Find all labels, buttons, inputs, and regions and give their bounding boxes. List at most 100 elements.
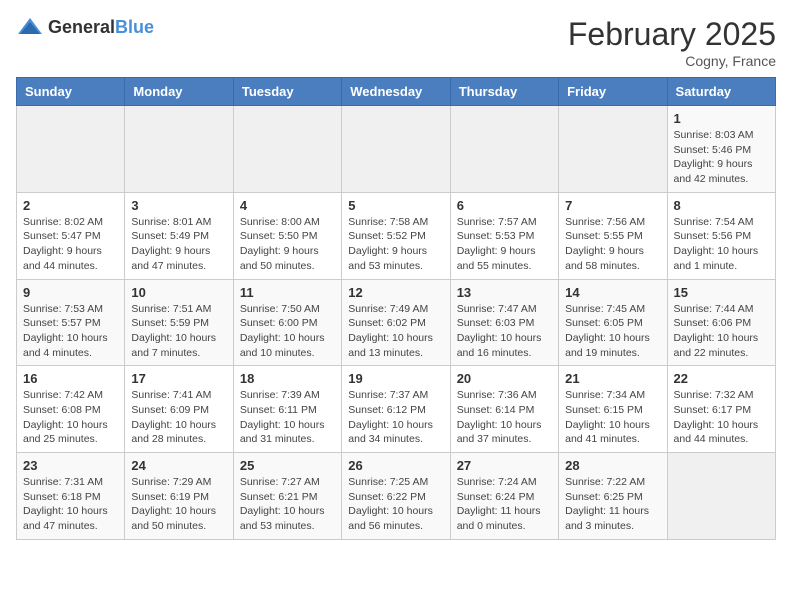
- calendar-cell: 9 Sunrise: 7:53 AM Sunset: 5:57 PM Daylig…: [17, 279, 125, 366]
- calendar-header: SundayMondayTuesdayWednesdayThursdayFrid…: [17, 78, 776, 106]
- day-number: 8: [674, 198, 769, 213]
- calendar-cell: 25 Sunrise: 7:27 AM Sunset: 6:21 PM Dayli…: [233, 453, 341, 540]
- day-info: Sunrise: 7:53 AM Sunset: 5:57 PM Dayligh…: [23, 302, 118, 361]
- day-number: 23: [23, 458, 118, 473]
- calendar-cell: [125, 106, 233, 193]
- day-number: 9: [23, 285, 118, 300]
- day-info: Sunrise: 7:39 AM Sunset: 6:11 PM Dayligh…: [240, 388, 335, 447]
- calendar-cell: 3 Sunrise: 8:01 AM Sunset: 5:49 PM Daylig…: [125, 192, 233, 279]
- day-info: Sunrise: 7:42 AM Sunset: 6:08 PM Dayligh…: [23, 388, 118, 447]
- day-info: Sunrise: 8:03 AM Sunset: 5:46 PM Dayligh…: [674, 128, 769, 187]
- day-info: Sunrise: 7:47 AM Sunset: 6:03 PM Dayligh…: [457, 302, 552, 361]
- day-info: Sunrise: 8:00 AM Sunset: 5:50 PM Dayligh…: [240, 215, 335, 274]
- month-title: February 2025: [568, 16, 776, 53]
- logo-blue: Blue: [115, 17, 154, 37]
- day-info: Sunrise: 7:58 AM Sunset: 5:52 PM Dayligh…: [348, 215, 443, 274]
- calendar-cell: 8 Sunrise: 7:54 AM Sunset: 5:56 PM Daylig…: [667, 192, 775, 279]
- day-info: Sunrise: 7:37 AM Sunset: 6:12 PM Dayligh…: [348, 388, 443, 447]
- calendar-body: 1 Sunrise: 8:03 AM Sunset: 5:46 PM Daylig…: [17, 106, 776, 540]
- day-number: 12: [348, 285, 443, 300]
- calendar-week: 2 Sunrise: 8:02 AM Sunset: 5:47 PM Daylig…: [17, 192, 776, 279]
- day-number: 26: [348, 458, 443, 473]
- day-info: Sunrise: 7:45 AM Sunset: 6:05 PM Dayligh…: [565, 302, 660, 361]
- page-header: GeneralBlue February 2025 Cogny, France: [16, 16, 776, 69]
- day-number: 17: [131, 371, 226, 386]
- day-info: Sunrise: 7:36 AM Sunset: 6:14 PM Dayligh…: [457, 388, 552, 447]
- day-info: Sunrise: 7:24 AM Sunset: 6:24 PM Dayligh…: [457, 475, 552, 534]
- calendar-cell: 23 Sunrise: 7:31 AM Sunset: 6:18 PM Dayli…: [17, 453, 125, 540]
- calendar-week: 1 Sunrise: 8:03 AM Sunset: 5:46 PM Daylig…: [17, 106, 776, 193]
- calendar-cell: 15 Sunrise: 7:44 AM Sunset: 6:06 PM Dayli…: [667, 279, 775, 366]
- day-info: Sunrise: 8:01 AM Sunset: 5:49 PM Dayligh…: [131, 215, 226, 274]
- calendar-cell: 13 Sunrise: 7:47 AM Sunset: 6:03 PM Dayli…: [450, 279, 558, 366]
- day-number: 14: [565, 285, 660, 300]
- calendar-cell: 17 Sunrise: 7:41 AM Sunset: 6:09 PM Dayli…: [125, 366, 233, 453]
- calendar: SundayMondayTuesdayWednesdayThursdayFrid…: [16, 77, 776, 540]
- day-number: 18: [240, 371, 335, 386]
- calendar-week: 9 Sunrise: 7:53 AM Sunset: 5:57 PM Daylig…: [17, 279, 776, 366]
- day-number: 21: [565, 371, 660, 386]
- day-info: Sunrise: 7:34 AM Sunset: 6:15 PM Dayligh…: [565, 388, 660, 447]
- calendar-cell: 11Sunrise: 7:50 AM Sunset: 6:00 PM Dayli…: [233, 279, 341, 366]
- location: Cogny, France: [568, 53, 776, 69]
- calendar-cell: 2 Sunrise: 8:02 AM Sunset: 5:47 PM Daylig…: [17, 192, 125, 279]
- day-number: 25: [240, 458, 335, 473]
- calendar-cell: 20Sunrise: 7:36 AM Sunset: 6:14 PM Dayli…: [450, 366, 558, 453]
- calendar-week: 16 Sunrise: 7:42 AM Sunset: 6:08 PM Dayli…: [17, 366, 776, 453]
- day-info: Sunrise: 7:51 AM Sunset: 5:59 PM Dayligh…: [131, 302, 226, 361]
- logo-general: General: [48, 17, 115, 37]
- day-number: 2: [23, 198, 118, 213]
- day-number: 16: [23, 371, 118, 386]
- day-info: Sunrise: 7:44 AM Sunset: 6:06 PM Dayligh…: [674, 302, 769, 361]
- day-info: Sunrise: 7:50 AM Sunset: 6:00 PM Dayligh…: [240, 302, 335, 361]
- logo-text: GeneralBlue: [48, 17, 154, 38]
- calendar-cell: [667, 453, 775, 540]
- weekday-header: Thursday: [450, 78, 558, 106]
- title-area: February 2025 Cogny, France: [568, 16, 776, 69]
- calendar-cell: 12Sunrise: 7:49 AM Sunset: 6:02 PM Dayli…: [342, 279, 450, 366]
- calendar-cell: 19Sunrise: 7:37 AM Sunset: 6:12 PM Dayli…: [342, 366, 450, 453]
- day-number: 3: [131, 198, 226, 213]
- calendar-cell: 21 Sunrise: 7:34 AM Sunset: 6:15 PM Dayli…: [559, 366, 667, 453]
- weekday-header: Wednesday: [342, 78, 450, 106]
- day-info: Sunrise: 8:02 AM Sunset: 5:47 PM Dayligh…: [23, 215, 118, 274]
- weekday-header: Tuesday: [233, 78, 341, 106]
- calendar-cell: 14 Sunrise: 7:45 AM Sunset: 6:05 PM Dayli…: [559, 279, 667, 366]
- calendar-cell: 10 Sunrise: 7:51 AM Sunset: 5:59 PM Dayli…: [125, 279, 233, 366]
- day-info: Sunrise: 7:54 AM Sunset: 5:56 PM Dayligh…: [674, 215, 769, 274]
- day-info: Sunrise: 7:27 AM Sunset: 6:21 PM Dayligh…: [240, 475, 335, 534]
- day-number: 6: [457, 198, 552, 213]
- calendar-cell: 27Sunrise: 7:24 AM Sunset: 6:24 PM Dayli…: [450, 453, 558, 540]
- calendar-cell: 5 Sunrise: 7:58 AM Sunset: 5:52 PM Daylig…: [342, 192, 450, 279]
- day-number: 10: [131, 285, 226, 300]
- calendar-cell: 18 Sunrise: 7:39 AM Sunset: 6:11 PM Dayli…: [233, 366, 341, 453]
- day-number: 22: [674, 371, 769, 386]
- day-number: 7: [565, 198, 660, 213]
- day-info: Sunrise: 7:41 AM Sunset: 6:09 PM Dayligh…: [131, 388, 226, 447]
- day-info: Sunrise: 7:57 AM Sunset: 5:53 PM Dayligh…: [457, 215, 552, 274]
- day-info: Sunrise: 7:56 AM Sunset: 5:55 PM Dayligh…: [565, 215, 660, 274]
- calendar-cell: [559, 106, 667, 193]
- logo: GeneralBlue: [16, 16, 154, 38]
- day-info: Sunrise: 7:25 AM Sunset: 6:22 PM Dayligh…: [348, 475, 443, 534]
- day-number: 15: [674, 285, 769, 300]
- calendar-cell: [342, 106, 450, 193]
- weekday-header: Saturday: [667, 78, 775, 106]
- day-info: Sunrise: 7:31 AM Sunset: 6:18 PM Dayligh…: [23, 475, 118, 534]
- calendar-cell: 7 Sunrise: 7:56 AM Sunset: 5:55 PM Daylig…: [559, 192, 667, 279]
- day-number: 28: [565, 458, 660, 473]
- calendar-cell: [17, 106, 125, 193]
- day-number: 5: [348, 198, 443, 213]
- logo-icon: [16, 16, 44, 38]
- calendar-cell: [450, 106, 558, 193]
- weekday-row: SundayMondayTuesdayWednesdayThursdayFrid…: [17, 78, 776, 106]
- weekday-header: Friday: [559, 78, 667, 106]
- day-number: 1: [674, 111, 769, 126]
- calendar-cell: 22Sunrise: 7:32 AM Sunset: 6:17 PM Dayli…: [667, 366, 775, 453]
- calendar-cell: 28Sunrise: 7:22 AM Sunset: 6:25 PM Dayli…: [559, 453, 667, 540]
- day-number: 24: [131, 458, 226, 473]
- calendar-cell: 4Sunrise: 8:00 AM Sunset: 5:50 PM Daylig…: [233, 192, 341, 279]
- calendar-cell: 1 Sunrise: 8:03 AM Sunset: 5:46 PM Daylig…: [667, 106, 775, 193]
- weekday-header: Monday: [125, 78, 233, 106]
- day-number: 13: [457, 285, 552, 300]
